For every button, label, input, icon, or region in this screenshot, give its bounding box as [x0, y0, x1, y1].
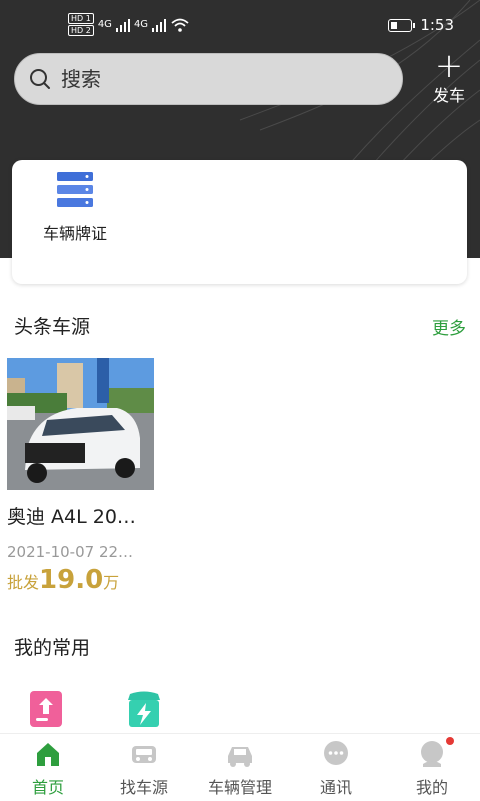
tab-messages[interactable]: 通讯 — [288, 734, 384, 801]
plus-icon: + — [434, 46, 464, 86]
flash-sale-icon — [128, 691, 160, 727]
network-type: 4G — [97, 19, 112, 30]
tab-label: 我的 — [415, 778, 448, 797]
signal-icon-2 — [152, 18, 167, 32]
wifi-icon — [171, 18, 189, 32]
price-prefix: 批发 — [7, 573, 40, 592]
battery-icon — [388, 18, 416, 32]
tab-find-cars[interactable]: 找车源 — [96, 734, 192, 801]
listing-card[interactable]: 奥迪 A4L 20… 2021-10-07 22… 批发 19.0 万 — [7, 358, 154, 595]
search-bar[interactable] — [14, 53, 403, 105]
network-type-2: 4G — [133, 19, 149, 30]
tab-vehicle-management[interactable]: 车辆管理 — [192, 734, 288, 801]
tab-label: 找车源 — [119, 778, 168, 797]
tool-label: 车辆牌证 — [43, 224, 108, 243]
chat-icon — [324, 741, 348, 765]
tools-card: 车辆牌证 — [12, 160, 467, 284]
car-search-icon — [132, 746, 156, 763]
publish-icon — [30, 691, 62, 727]
sim2-indicator: HD 2 — [68, 25, 94, 36]
listing-date: 2021-10-07 22… — [7, 543, 134, 561]
post-car-button[interactable]: + 发车 — [426, 46, 472, 106]
signal-icon — [115, 18, 130, 32]
status-bar: HD 1 HD 2 4G 4G 1:53 — [0, 0, 480, 52]
favorite-publish[interactable] — [28, 690, 68, 730]
car-icon — [228, 747, 252, 767]
search-icon — [30, 69, 50, 89]
tab-label: 首页 — [31, 778, 64, 797]
headline-section-title: 头条车源 — [14, 316, 91, 338]
tool-vehicle-license[interactable]: 车辆牌证 — [30, 170, 120, 245]
tab-label: 通讯 — [319, 778, 352, 797]
tab-home[interactable]: 首页 — [0, 734, 96, 801]
notification-badge — [446, 737, 454, 745]
more-link[interactable]: 更多 — [432, 314, 466, 339]
sim1-indicator: HD 1 — [68, 13, 94, 24]
clock: 1:53 — [420, 16, 454, 34]
bottom-tab-bar: 首页 找车源 车辆管理 通讯 我的 — [0, 733, 480, 801]
tab-profile[interactable]: 我的 — [384, 734, 480, 801]
home-icon — [37, 743, 59, 766]
favorite-flash-sale[interactable] — [124, 690, 164, 730]
tab-label: 车辆管理 — [207, 778, 272, 797]
listing-price: 批发 19.0 万 — [7, 565, 154, 595]
database-icon — [57, 172, 93, 207]
price-value: 19.0 — [39, 565, 104, 595]
favorites-section-title: 我的常用 — [14, 637, 91, 659]
listing-title: 奥迪 A4L 20… — [7, 506, 136, 528]
post-car-label: 发车 — [432, 86, 465, 105]
search-input[interactable] — [59, 66, 363, 92]
user-icon — [421, 741, 443, 767]
price-unit: 万 — [103, 573, 120, 592]
car-photo — [7, 358, 154, 490]
